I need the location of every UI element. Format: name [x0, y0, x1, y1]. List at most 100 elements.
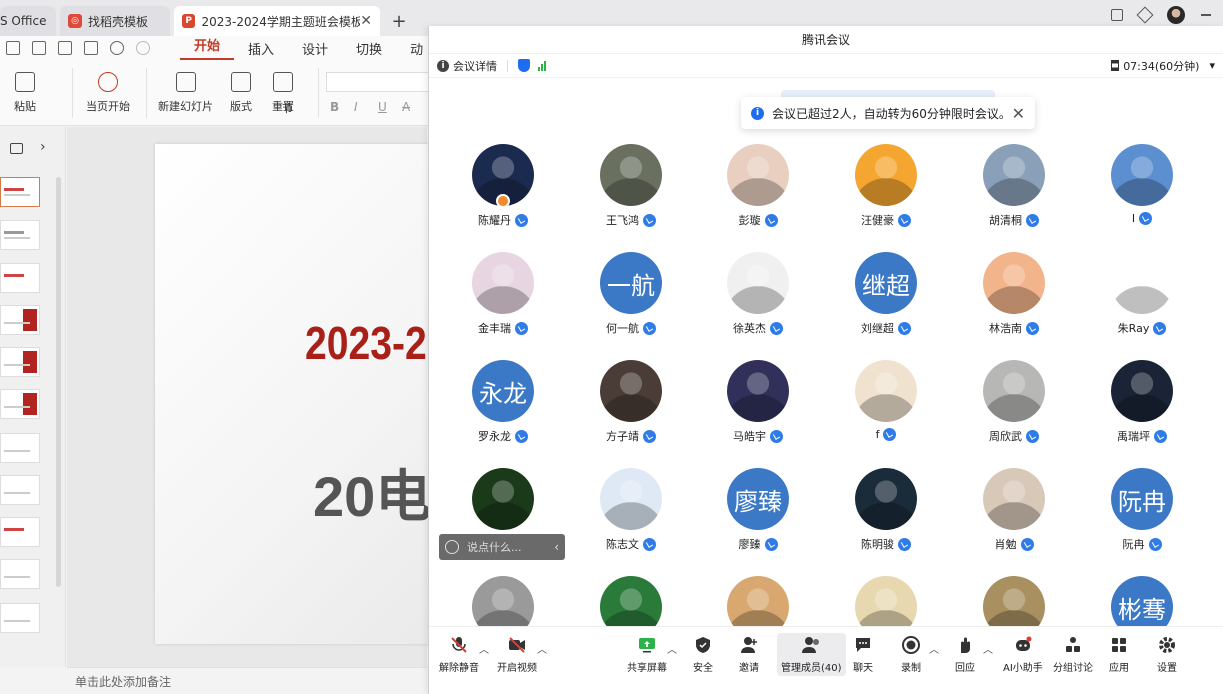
- participant-name: 朱Ray: [1117, 322, 1150, 335]
- preview-icon[interactable]: [84, 41, 98, 55]
- notes-field[interactable]: 单击此处添加备注: [67, 667, 427, 694]
- slide-thumb[interactable]: [0, 305, 40, 335]
- menu-insert[interactable]: 插入: [234, 39, 288, 58]
- paste-button[interactable]: 粘贴: [14, 72, 36, 114]
- minimize-icon[interactable]: [1201, 14, 1211, 16]
- font-name-field[interactable]: [326, 72, 436, 92]
- chevron-left-icon[interactable]: ‹: [554, 540, 559, 554]
- participant-tile[interactable]: 禹瑞坪: [1078, 360, 1206, 468]
- slide-thumbnails-panel: ›: [0, 127, 66, 667]
- slide-thumb[interactable]: [0, 177, 40, 207]
- menu-design[interactable]: 设计: [288, 39, 342, 58]
- invite-button[interactable]: 邀请: [739, 635, 759, 674]
- participant-tile[interactable]: 陈耀丹: [439, 144, 567, 252]
- participant-tile[interactable]: 马皓宇: [694, 360, 822, 468]
- participant-tile[interactable]: 周欣武: [950, 360, 1078, 468]
- unmute-button[interactable]: 解除静音: [439, 635, 479, 674]
- participant-tile[interactable]: 肖勉: [950, 468, 1078, 576]
- meeting-details-button[interactable]: 会议详情: [453, 58, 497, 74]
- tab-template[interactable]: ◎ 找稻壳模板: [60, 6, 170, 36]
- share-screen-button[interactable]: 共享屏幕: [627, 635, 667, 674]
- ai-assistant-button[interactable]: AI小助手: [1003, 635, 1043, 674]
- export-icon[interactable]: [32, 41, 46, 55]
- view-toggle-icon[interactable]: [10, 143, 23, 154]
- participant-name-row: 阮冉: [1123, 536, 1162, 552]
- participant-tile[interactable]: 继超 刘继超: [822, 252, 950, 360]
- participant-tile[interactable]: 方子靖: [567, 360, 695, 468]
- tab-ppt-document[interactable]: P 2023-2024学期主题班会模板. ✕: [174, 6, 380, 36]
- participant-tile[interactable]: f: [822, 360, 950, 468]
- undo-icon[interactable]: [110, 41, 124, 55]
- chat-button[interactable]: 聊天: [853, 635, 873, 674]
- participant-tile[interactable]: 王飞鸿: [567, 144, 695, 252]
- current-slide[interactable]: 2023-2 20电: [155, 144, 455, 644]
- slide-thumb[interactable]: [0, 517, 40, 547]
- manage-members-button[interactable]: 管理成员(40): [777, 633, 846, 676]
- participant-tile[interactable]: I: [1078, 144, 1206, 252]
- close-icon[interactable]: ✕: [1012, 104, 1025, 123]
- section-button[interactable]: 节: [282, 100, 293, 116]
- participant-tile[interactable]: 陈志文: [567, 468, 695, 576]
- participant-tile[interactable]: 永龙 罗永龙: [439, 360, 567, 468]
- slide-thumb[interactable]: [0, 603, 40, 633]
- menu-home[interactable]: 开始: [180, 36, 235, 60]
- chevron-up-icon[interactable]: ︿: [929, 641, 939, 656]
- participant-tile[interactable]: 胡清桐: [950, 144, 1078, 252]
- bold-button[interactable]: B: [330, 100, 339, 114]
- participant-tile[interactable]: 金丰瑞: [439, 252, 567, 360]
- participant-tile[interactable]: 朱Ray: [1078, 252, 1206, 360]
- italic-button[interactable]: I: [354, 100, 358, 114]
- menu-transition[interactable]: 切换: [342, 39, 396, 58]
- react-button[interactable]: 回应: [955, 635, 975, 674]
- new-tab-button[interactable]: +: [384, 6, 414, 36]
- tab-wps-office[interactable]: S Office: [0, 6, 56, 36]
- thumbnail-scrollbar[interactable]: [56, 177, 61, 587]
- chevron-up-icon[interactable]: ︿: [667, 641, 677, 656]
- settings-button[interactable]: 设置: [1157, 635, 1177, 674]
- cube-icon[interactable]: [1136, 6, 1154, 24]
- participant-tile[interactable]: 彭璇: [694, 144, 822, 252]
- members-icon: [802, 637, 820, 653]
- participant-tile[interactable]: 一航 何一航: [567, 252, 695, 360]
- start-video-button[interactable]: 开启视频: [497, 635, 537, 674]
- participant-tile[interactable]: 林浩南: [950, 252, 1078, 360]
- print-icon[interactable]: [58, 41, 72, 55]
- apps-button[interactable]: 应用: [1109, 635, 1129, 674]
- slide-thumb[interactable]: [0, 347, 40, 377]
- slide-thumb[interactable]: [0, 475, 40, 505]
- breakout-rooms-button[interactable]: 分组讨论: [1053, 635, 1093, 674]
- user-avatar[interactable]: [1167, 6, 1185, 24]
- reaction-input[interactable]: 说点什么... ‹: [439, 534, 565, 560]
- participant-tile[interactable]: 汪健豪: [822, 144, 950, 252]
- participant-tile[interactable]: 阮冉 阮冉: [1078, 468, 1206, 576]
- close-icon[interactable]: ✕: [360, 13, 372, 29]
- layout-button[interactable]: 版式: [230, 72, 252, 114]
- redo-icon[interactable]: [136, 41, 150, 55]
- participant-tile[interactable]: 陈明骏: [822, 468, 950, 576]
- chevron-up-icon[interactable]: ︿: [537, 641, 547, 656]
- slide-thumb[interactable]: [0, 220, 40, 250]
- slide-thumb[interactable]: [0, 433, 40, 463]
- meeting-timer[interactable]: 07:34(60分钟) ▾: [1111, 58, 1215, 74]
- chevron-up-icon[interactable]: ︿: [479, 641, 489, 656]
- verified-icon: [770, 321, 783, 335]
- participant-tile[interactable]: 廖臻 廖臻: [694, 468, 822, 576]
- signal-icon[interactable]: [538, 60, 546, 71]
- strikethrough-button[interactable]: A: [402, 100, 410, 114]
- record-button[interactable]: 录制: [901, 635, 921, 674]
- slide-thumb[interactable]: [0, 559, 40, 589]
- verified-icon: [1026, 321, 1039, 335]
- slide-thumb[interactable]: [0, 263, 40, 293]
- security-button[interactable]: 安全: [693, 635, 713, 674]
- play-from-current-button[interactable]: 当页开始: [86, 72, 130, 114]
- emoji-icon[interactable]: [445, 540, 459, 554]
- collapse-arrow-icon[interactable]: ›: [40, 139, 46, 155]
- window-icon[interactable]: [1111, 9, 1123, 21]
- chevron-up-icon[interactable]: ︿: [983, 641, 993, 656]
- underline-button[interactable]: U: [378, 100, 387, 114]
- security-shield-icon[interactable]: [518, 59, 530, 72]
- new-slide-button[interactable]: 新建幻灯片: [158, 72, 213, 114]
- save-icon[interactable]: [6, 41, 20, 55]
- participant-tile[interactable]: 徐英杰: [694, 252, 822, 360]
- slide-thumb[interactable]: [0, 389, 40, 419]
